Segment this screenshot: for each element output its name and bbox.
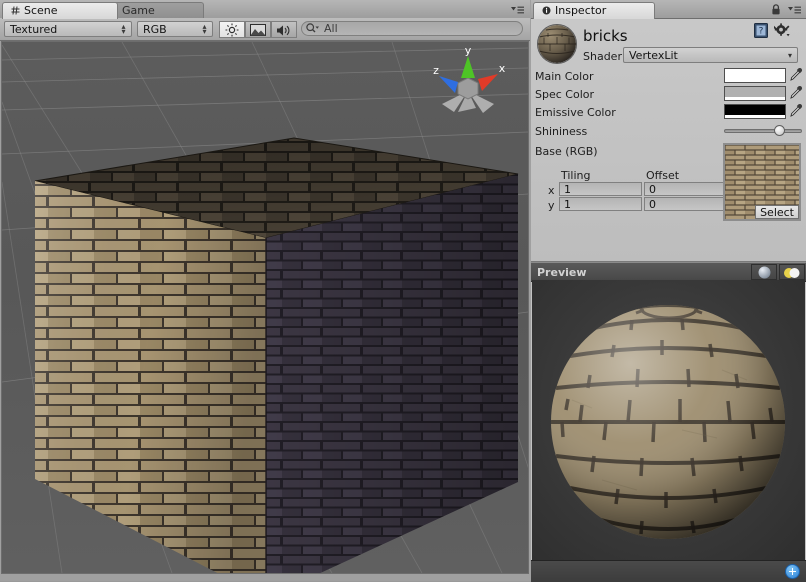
plus-circle-icon[interactable] bbox=[785, 564, 800, 579]
prop-label-emissive-color: Emissive Color bbox=[535, 106, 616, 119]
tiling-column-header: Tiling bbox=[561, 169, 591, 182]
image-icon bbox=[246, 26, 266, 39]
eyedropper-icon[interactable] bbox=[790, 67, 803, 81]
shininess-slider-track[interactable] bbox=[724, 129, 802, 133]
inspector-tabbar: Inspector bbox=[531, 0, 806, 19]
eyedropper-icon[interactable] bbox=[790, 85, 803, 99]
sun-icon bbox=[220, 27, 239, 40]
gizmo-x-label: x bbox=[499, 62, 506, 75]
preview-shape-button[interactable] bbox=[751, 264, 777, 280]
lock-icon[interactable] bbox=[771, 4, 781, 18]
shader-value: VertexLit bbox=[629, 49, 678, 62]
tab-game-label: Game bbox=[122, 4, 155, 17]
search-input[interactable]: All bbox=[301, 21, 523, 36]
scene-axis-gizmo[interactable]: y x z bbox=[428, 46, 508, 126]
inspector-menu-icon[interactable] bbox=[788, 5, 802, 14]
preview-title: Preview bbox=[537, 266, 587, 279]
grid-hash-icon bbox=[11, 4, 20, 20]
shininess-slider-knob[interactable] bbox=[774, 125, 785, 136]
help-book-icon[interactable]: ? bbox=[754, 23, 768, 41]
preview-viewport[interactable] bbox=[532, 280, 805, 561]
draw-mode-value: Textured bbox=[10, 23, 57, 36]
gizmo-z-label: z bbox=[433, 64, 439, 77]
offset-column-header: Offset bbox=[646, 169, 679, 182]
offset-x-field[interactable]: 0 bbox=[644, 182, 727, 196]
gear-icon[interactable] bbox=[774, 23, 790, 41]
offset-y-field[interactable]: 0 bbox=[644, 197, 727, 211]
lighting-toggle-button[interactable] bbox=[219, 21, 245, 38]
preview-header: Preview bbox=[531, 262, 806, 282]
material-name: bricks bbox=[583, 27, 628, 45]
texture-section-label: Base (RGB) bbox=[535, 145, 598, 158]
skybox-toggle-button[interactable] bbox=[245, 21, 271, 38]
unity-editor-window: Scene Game Textured ▴▾ RGB ▴▾ bbox=[0, 0, 806, 581]
inspector-body: bricks Shader VertexLit ▾ ? bbox=[531, 19, 806, 262]
gizmo-y-label: y bbox=[465, 46, 472, 57]
render-mode-value: RGB bbox=[143, 23, 167, 36]
tab-inspector[interactable]: Inspector bbox=[533, 2, 655, 19]
chevron-updown-icon: ▴▾ bbox=[120, 24, 127, 35]
inspector-statusbar bbox=[531, 560, 806, 582]
draw-mode-dropdown[interactable]: Textured ▴▾ bbox=[4, 21, 132, 37]
prop-label-spec-color: Spec Color bbox=[535, 88, 594, 101]
render-mode-dropdown[interactable]: RGB ▴▾ bbox=[137, 21, 213, 37]
scene-panel-menu-icon[interactable] bbox=[511, 5, 525, 14]
shader-dropdown[interactable]: VertexLit ▾ bbox=[623, 47, 798, 63]
scene-viewport[interactable]: y x z bbox=[1, 41, 529, 574]
inspector-panel: Inspector bbox=[531, 0, 806, 581]
main-color-swatch[interactable] bbox=[724, 68, 786, 83]
chevron-updown-icon: ▴▾ bbox=[201, 24, 208, 35]
texture-select-button[interactable]: Select bbox=[755, 205, 799, 219]
axis-label-x: x bbox=[548, 184, 555, 197]
material-thumbnail bbox=[537, 24, 577, 64]
scene-panel-tabbar: Scene Game bbox=[0, 0, 530, 19]
tiling-x-field[interactable]: 1 bbox=[559, 182, 642, 196]
eyedropper-icon[interactable] bbox=[790, 103, 803, 117]
spec-color-swatch[interactable] bbox=[724, 86, 786, 101]
emissive-color-swatch[interactable] bbox=[724, 104, 786, 119]
search-icon bbox=[306, 23, 320, 37]
audio-toggle-button[interactable] bbox=[271, 21, 297, 38]
preview-lighting-button[interactable] bbox=[779, 264, 805, 280]
texture-thumbnail[interactable]: Select bbox=[723, 143, 801, 221]
axis-label-y: y bbox=[548, 199, 555, 212]
info-circle-icon bbox=[542, 4, 551, 20]
tab-scene[interactable]: Scene bbox=[2, 2, 118, 19]
tab-scene-label: Scene bbox=[24, 4, 58, 17]
svg-text:?: ? bbox=[759, 27, 764, 37]
tiling-y-field[interactable]: 1 bbox=[559, 197, 642, 211]
prop-label-main-color: Main Color bbox=[535, 70, 593, 83]
tab-inspector-label: Inspector bbox=[555, 4, 606, 17]
speaker-icon bbox=[272, 27, 292, 40]
prop-label-shininess: Shininess bbox=[535, 125, 587, 138]
shader-label: Shader bbox=[583, 50, 622, 63]
scene-toolbar: Textured ▴▾ RGB ▴▾ bbox=[0, 18, 530, 41]
